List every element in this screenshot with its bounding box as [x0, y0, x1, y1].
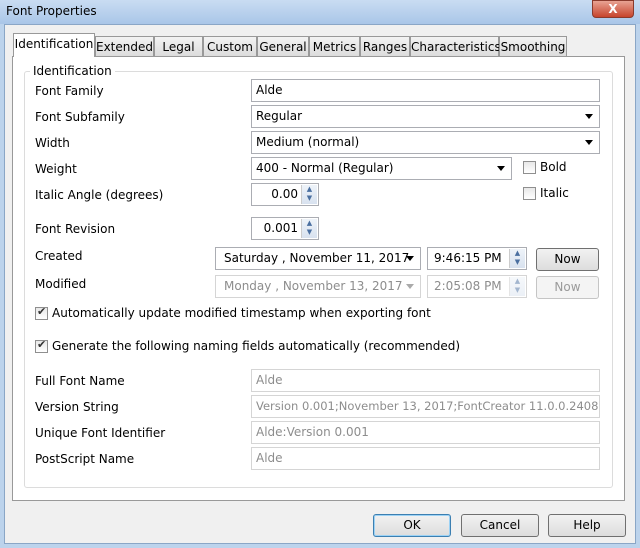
- italic-angle-spinner[interactable]: 0.00 ▲ ▼: [251, 183, 319, 206]
- width-select[interactable]: Medium (normal): [251, 131, 600, 154]
- font-subfamily-value: Regular: [256, 109, 303, 123]
- tab-general[interactable]: General: [257, 36, 309, 56]
- italic-label: Italic: [540, 186, 569, 200]
- full-font-name-input: Alde: [251, 369, 600, 392]
- created-time: 9:46:15 PM: [434, 251, 502, 265]
- tab-legal[interactable]: Legal: [154, 36, 203, 56]
- font-family-label: Font Family: [35, 84, 104, 98]
- version-string-input: Version 0.001;November 13, 2017;FontCrea…: [251, 395, 600, 418]
- close-button[interactable]: X: [592, 0, 634, 18]
- auto-update-checkbox[interactable]: [35, 305, 48, 320]
- modified-time-picker: 2:05:08 PM ▲ ▼: [427, 275, 527, 298]
- spin-arrows-icon: ▲ ▼: [509, 277, 525, 296]
- tab-characteristics[interactable]: Characteristics: [410, 36, 501, 56]
- width-value: Medium (normal): [256, 135, 360, 149]
- modified-date-picker: Monday , November 13, 2017: [215, 275, 421, 298]
- auto-naming-checkbox[interactable]: [35, 338, 48, 353]
- modified-date: , November 13, 2017: [275, 279, 403, 293]
- auto-naming-label: Generate the following naming fields aut…: [52, 339, 461, 353]
- italic-angle-value: 0.00: [271, 187, 298, 201]
- chevron-down-icon: [585, 140, 593, 145]
- created-label: Created: [35, 249, 83, 263]
- bold-checkbox[interactable]: [523, 161, 536, 174]
- chevron-down-icon: [585, 114, 593, 119]
- chevron-down-icon: [497, 166, 505, 171]
- tab-custom[interactable]: Custom: [203, 36, 257, 56]
- spin-arrows-icon[interactable]: ▲ ▼: [301, 219, 317, 238]
- created-day: Saturday: [224, 251, 279, 265]
- created-time-picker[interactable]: 9:46:15 PM ▲ ▼: [427, 247, 527, 270]
- italic-angle-label: Italic Angle (degrees): [35, 188, 164, 202]
- tab-identification[interactable]: Identification: [13, 33, 95, 57]
- title-bar: Font Properties X: [0, 0, 640, 24]
- postscript-name-input: Alde: [251, 447, 600, 470]
- tab-smoothing[interactable]: Smoothing: [499, 36, 567, 56]
- weight-value: 400 - Normal (Regular): [256, 161, 394, 175]
- modified-day: Monday: [224, 279, 272, 293]
- tab-ranges[interactable]: Ranges: [360, 36, 410, 56]
- created-now-button[interactable]: Now: [536, 248, 599, 271]
- unique-id-label: Unique Font Identifier: [35, 426, 166, 440]
- modified-label: Modified: [35, 277, 87, 291]
- font-revision-spinner[interactable]: 0.001 ▲ ▼: [251, 217, 319, 240]
- chevron-down-icon: [406, 256, 414, 261]
- postscript-name-label: PostScript Name: [35, 452, 135, 466]
- created-date-picker[interactable]: Saturday , November 11, 2017: [215, 247, 421, 270]
- tab-metrics[interactable]: Metrics: [309, 36, 360, 56]
- auto-update-label: Automatically update modified timestamp …: [52, 306, 431, 320]
- bold-label: Bold: [540, 160, 567, 174]
- font-family-input[interactable]: Alde: [251, 79, 600, 102]
- tab-extended[interactable]: Extended: [95, 36, 154, 56]
- italic-checkbox[interactable]: [523, 187, 536, 200]
- modified-time: 2:05:08 PM: [434, 279, 502, 293]
- help-button[interactable]: Help: [548, 514, 626, 537]
- spin-arrows-icon[interactable]: ▲ ▼: [509, 249, 525, 268]
- font-subfamily-label: Font Subfamily: [35, 110, 125, 124]
- font-revision-value: 0.001: [263, 221, 298, 235]
- font-revision-label: Font Revision: [35, 222, 116, 236]
- ok-button[interactable]: OK: [373, 514, 451, 537]
- window-title: Font Properties: [6, 4, 97, 18]
- weight-select[interactable]: 400 - Normal (Regular): [251, 157, 512, 180]
- version-string-label: Version String: [35, 400, 119, 414]
- spin-arrows-icon[interactable]: ▲ ▼: [301, 185, 317, 204]
- chevron-down-icon: [406, 284, 414, 289]
- cancel-button[interactable]: Cancel: [461, 514, 539, 537]
- width-label: Width: [35, 136, 70, 150]
- created-date: , November 11, 2017: [281, 251, 410, 265]
- font-subfamily-select[interactable]: Regular: [251, 105, 600, 128]
- modified-now-button: Now: [536, 276, 599, 299]
- weight-label: Weight: [35, 162, 77, 176]
- unique-id-input: Alde:Version 0.001: [251, 421, 600, 444]
- group-title: Identification: [30, 64, 115, 78]
- full-font-name-label: Full Font Name: [35, 374, 125, 388]
